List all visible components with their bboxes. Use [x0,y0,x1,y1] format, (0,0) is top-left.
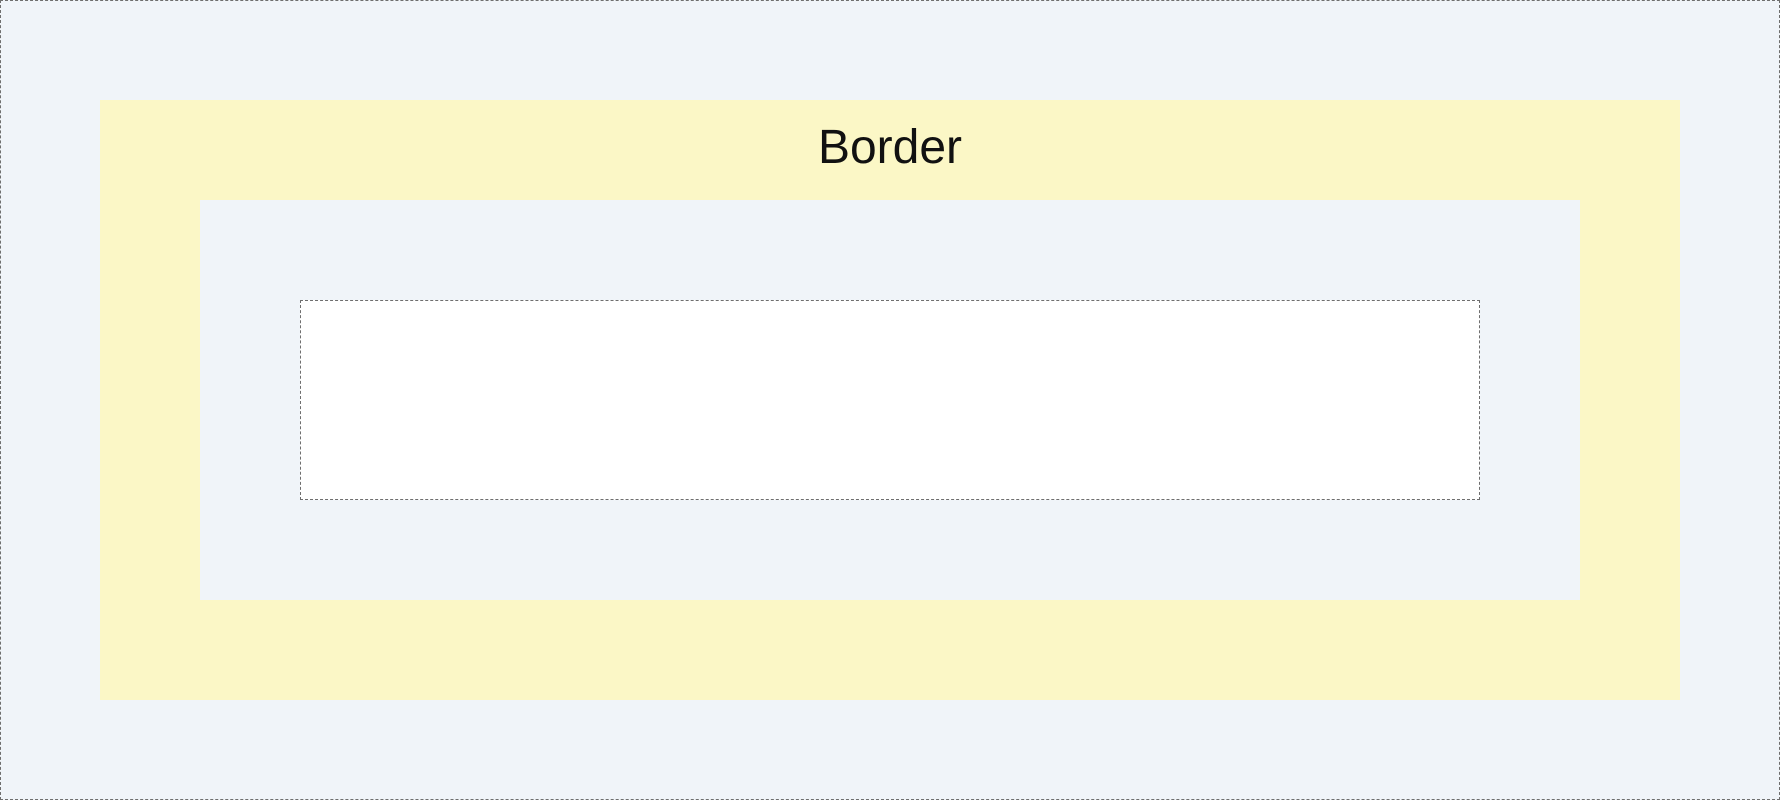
border-label: Border [817,121,963,174]
content-area [300,300,1480,500]
